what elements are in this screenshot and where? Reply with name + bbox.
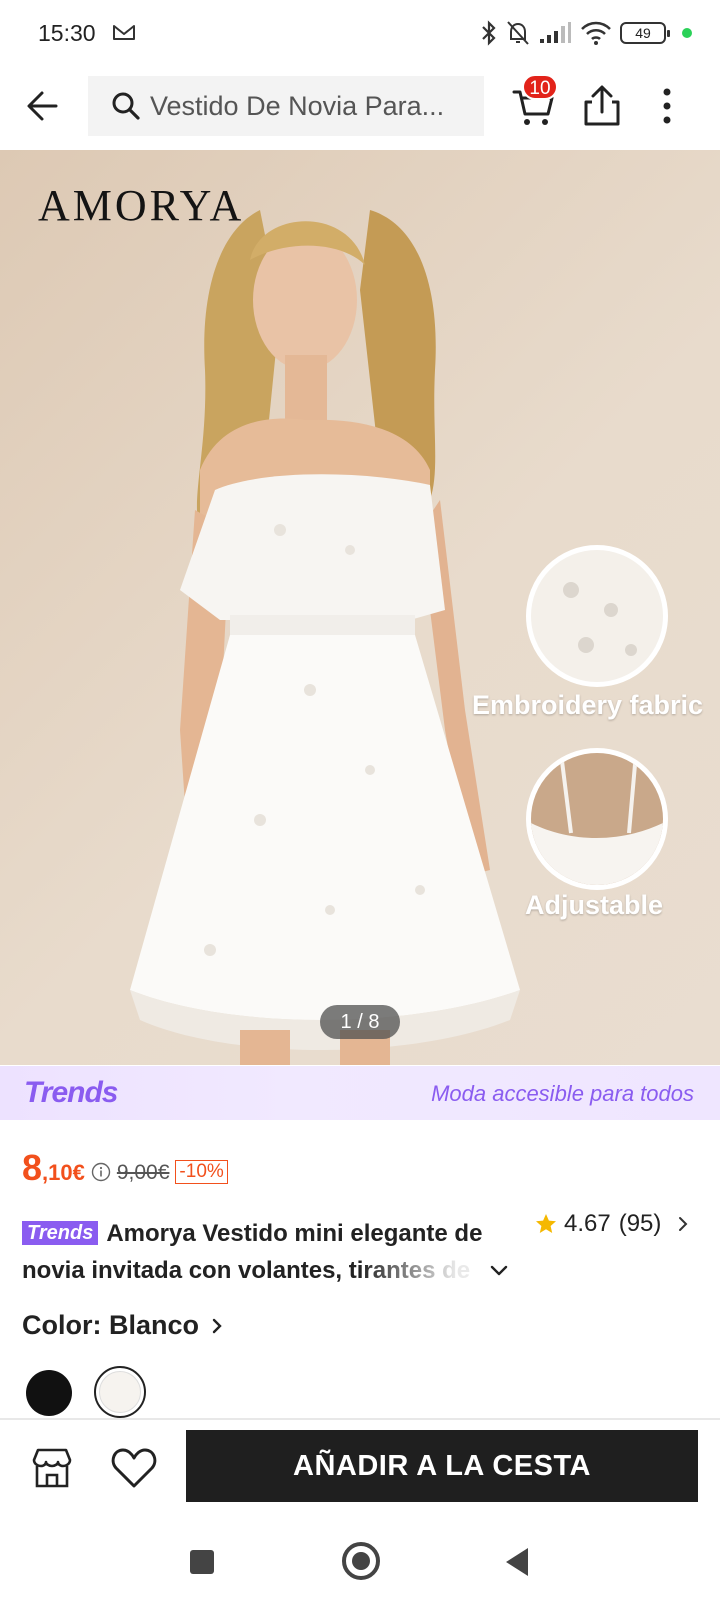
discount-badge: -10% (175, 1160, 228, 1184)
divider (0, 1418, 720, 1420)
top-nav: Vestido De Novia Para... 10 (0, 66, 720, 150)
info-icon[interactable] (91, 1162, 111, 1182)
image-counter: 1 / 8 (320, 1005, 400, 1039)
price-current-decimal: ,10€ (42, 1160, 85, 1185)
privacy-indicator-dot (682, 28, 692, 38)
price-original: 9,00€ (116, 1161, 170, 1184)
status-bar: 15:30 49 (0, 0, 720, 66)
feature-label-embroidery: Embroidery fabric (472, 690, 704, 720)
heart-icon[interactable] (110, 1446, 158, 1490)
search-icon (112, 92, 140, 120)
trends-tag: Trends (22, 1221, 99, 1245)
recents-icon[interactable] (190, 1550, 214, 1574)
add-to-cart-button[interactable]: AÑADIR A LA CESTA (186, 1430, 698, 1502)
title-fade (360, 1252, 480, 1288)
color-swatch-black[interactable] (26, 1370, 72, 1416)
product-image-carousel[interactable]: AMORYA Embroidery fabric Adjustable 1 / … (0, 150, 720, 1065)
feature-label-adjustable: Adjustable (525, 890, 664, 920)
rating-summary[interactable]: 4.67 (95) (534, 1210, 691, 1238)
signal-icon (540, 22, 571, 43)
bluetooth-icon (482, 20, 496, 46)
wifi-icon (581, 21, 611, 45)
price-current-integer: 8 (22, 1147, 43, 1188)
product-photo (130, 210, 520, 1065)
system-nav-bar (0, 1520, 720, 1600)
color-selector-header[interactable]: Color: Blanco (22, 1310, 225, 1341)
gmail-icon (113, 25, 135, 40)
color-label: Color: Blanco (22, 1310, 200, 1340)
search-input[interactable]: Vestido De Novia Para... (88, 76, 484, 136)
chevron-right-icon (212, 1318, 222, 1333)
mute-icon (507, 21, 529, 45)
strap-detail-image (526, 748, 668, 890)
cart-count-badge: 10 (522, 74, 558, 100)
embroidery-detail-image (526, 545, 668, 687)
more-options-icon[interactable] (652, 84, 682, 128)
status-icons: 49 (480, 18, 692, 48)
home-icon[interactable] (342, 1542, 380, 1580)
share-icon[interactable] (580, 82, 624, 130)
trends-slogan: Moda accesible para todos (431, 1081, 694, 1106)
chevron-down-icon[interactable] (486, 1258, 512, 1284)
price-row: 8 ,10€ 9,00€ -10% (22, 1142, 228, 1186)
search-text: Vestido De Novia Para... (150, 90, 445, 121)
system-back-icon[interactable] (506, 1548, 528, 1576)
chevron-right-icon (679, 1217, 688, 1231)
color-swatch-white-selected[interactable] (94, 1366, 146, 1418)
star-icon (536, 1214, 556, 1233)
battery-icon: 49 (620, 22, 670, 44)
status-time: 15:30 (38, 20, 96, 46)
store-icon[interactable] (28, 1444, 76, 1492)
back-arrow-icon[interactable] (22, 84, 66, 128)
review-count: (95) (618, 1210, 662, 1237)
trends-banner[interactable]: Trends Moda accesible para todos (0, 1066, 720, 1120)
rating-value: 4.67 (564, 1210, 611, 1237)
trends-logo: Trends (24, 1076, 118, 1109)
